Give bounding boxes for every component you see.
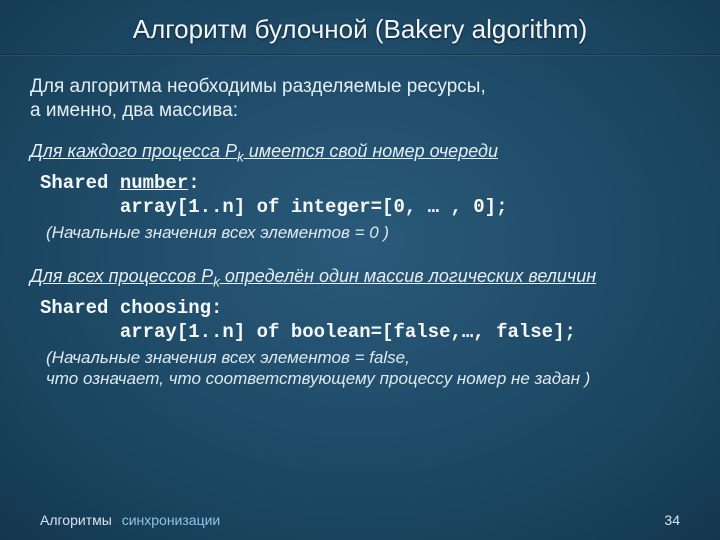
code-colon: : [188,172,199,194]
footer-left: Алгоритмы синхронизации [40,512,220,528]
block2-code-line1: Shared choosing: [40,297,222,319]
block1-code: Shared number: array[1..n] of integer=[0… [40,172,690,220]
block2-code: Shared choosing: array[1..n] of boolean=… [40,297,690,345]
intro-text: Для алгоритма необходимы разделяемые рес… [30,75,690,124]
slide: Алгоритм булочной (Bakery algorithm) Для… [0,0,720,540]
block2-heading: Для всех процессов Pk определён один мас… [30,265,690,291]
block2-code-line2: array[1..n] of boolean=[false,…, false]; [40,321,576,343]
footer-left-b: синхронизации [122,512,221,528]
footer-left-a: Алгоритмы [40,512,112,528]
block1-heading-suffix: имеется свой номер очереди [244,141,498,161]
block2-heading-sub: k [213,274,220,289]
block1-heading-sub: k [237,149,244,164]
slide-title: Алгоритм булочной (Bakery algorithm) [40,14,680,45]
block2-heading-suffix: определён один массив логических величин [220,266,596,286]
block1-note: (Начальные значения всех элементов = 0 ) [46,222,690,243]
content-area: Для алгоритма необходимы разделяемые рес… [0,55,720,389]
code-shared: Shared [40,172,120,194]
block2-heading-prefix: Для всех процессов P [30,266,213,286]
footer: Алгоритмы синхронизации 34 [40,512,680,528]
code-number: number [120,172,188,194]
title-bar: Алгоритм булочной (Bakery algorithm) [0,0,720,55]
block1-heading-prefix: Для каждого процесса P [30,141,237,161]
block1-heading: Для каждого процесса Pk имеется свой ном… [30,140,690,166]
block1-code-line2: array[1..n] of integer=[0, … , 0]; [40,196,507,218]
block2-note: (Начальные значения всех элементов = fal… [46,347,690,390]
page-number: 34 [664,512,680,528]
